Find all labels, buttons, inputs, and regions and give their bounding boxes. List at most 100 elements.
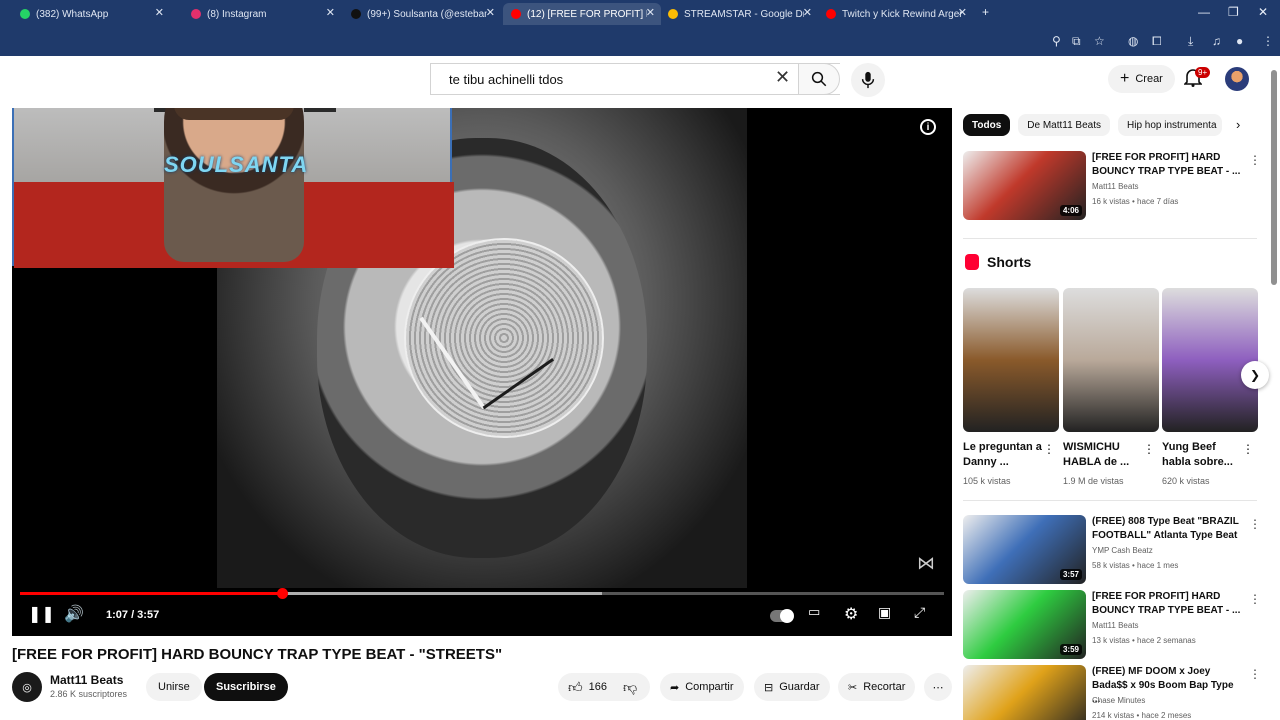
- more-options-icon[interactable]: ⋮: [1249, 153, 1261, 167]
- media-icon[interactable]: ♫: [1212, 34, 1221, 48]
- video-title: [FREE FOR PROFIT] HARD BOUNCY TRAP TYPE …: [12, 646, 503, 663]
- like-count[interactable]: 166: [589, 681, 607, 693]
- share-button[interactable]: ➦ Compartir: [660, 673, 744, 701]
- recommendation-title[interactable]: (FREE) 808 Type Beat "BRAZIL FOOTBALL" A…: [1092, 515, 1242, 543]
- voice-search-button[interactable]: [851, 63, 885, 97]
- tab-title: (382) WhatsApp: [36, 8, 109, 20]
- fullscreen-icon[interactable]: ⤢: [914, 604, 925, 621]
- video-player[interactable]: SOULSANTA i ⋈ ❚❚ 🔊 1:07 / 3:57 ▭ ⚙ ▣ ⤢: [12, 108, 952, 636]
- recommendation-channel[interactable]: YMP Cash Beatz: [1092, 546, 1153, 555]
- tab-close-icon[interactable]: ✕: [646, 6, 655, 19]
- tab-close-icon[interactable]: ✕: [958, 6, 967, 19]
- short-item[interactable]: Yung Beef habla sobre... 620 k vistas ⋮: [1162, 288, 1258, 486]
- video-thumbnail[interactable]: 3:57: [963, 515, 1086, 584]
- video-thumbnail[interactable]: 4:06: [963, 151, 1086, 220]
- search-icon: [811, 71, 827, 87]
- profile-icon[interactable]: ●: [1236, 34, 1243, 48]
- tab-favicon-icon: [668, 9, 678, 19]
- progress-bar[interactable]: [20, 588, 944, 599]
- tab-title: (8) Instagram: [207, 8, 267, 20]
- short-thumbnail[interactable]: [1063, 288, 1159, 432]
- clip-button[interactable]: ✂ Recortar: [838, 673, 916, 701]
- save-button[interactable]: ⊟ Guardar: [754, 673, 830, 701]
- progress-scrubber[interactable]: [277, 588, 289, 599]
- search-button[interactable]: [798, 63, 840, 95]
- browser-tab[interactable]: (99+) Soulsanta (@estebansanta✕: [343, 3, 501, 25]
- tab-close-icon[interactable]: ✕: [803, 6, 812, 19]
- more-options-icon[interactable]: ⋮: [1242, 442, 1254, 456]
- chip-channel[interactable]: De Matt11 Beats: [1018, 114, 1111, 136]
- restore-button[interactable]: ❐: [1228, 5, 1239, 19]
- tab-title: Twitch y Kick Rewind Argentina: [842, 8, 962, 20]
- recommendation-channel[interactable]: Matt11 Beats: [1092, 182, 1139, 191]
- recommendation-title[interactable]: [FREE FOR PROFIT] HARD BOUNCY TRAP TYPE …: [1092, 590, 1242, 618]
- shorts-next-button[interactable]: ❯: [1241, 361, 1269, 389]
- new-tab-button[interactable]: +: [982, 5, 989, 19]
- short-item[interactable]: WISMICHU HABLA de ... 1.9 M de vistas ⋮: [1063, 288, 1159, 486]
- more-options-icon[interactable]: ⋮: [1043, 442, 1055, 456]
- browser-tab[interactable]: Twitch y Kick Rewind Argentina✕: [818, 3, 973, 25]
- browser-tab[interactable]: (12) [FREE FOR PROFIT] HAR✕: [503, 3, 661, 25]
- more-options-icon[interactable]: ⋮: [1249, 592, 1261, 606]
- bookmark-star-icon[interactable]: ☆: [1094, 34, 1105, 48]
- minimize-button[interactable]: —: [1198, 5, 1210, 19]
- autoplay-toggle[interactable]: [770, 609, 794, 623]
- info-icon[interactable]: i: [920, 119, 936, 135]
- browser-menu-icon[interactable]: ⋮: [1262, 34, 1274, 48]
- plus-icon: +: [1120, 70, 1130, 87]
- page-scrollbar[interactable]: [1271, 70, 1277, 285]
- recommendation-item[interactable]: 3:57 (FREE) 808 Type Beat "BRAZIL FOOTBA…: [963, 515, 1263, 585]
- recommendation-channel[interactable]: Matt11 Beats: [1092, 621, 1139, 630]
- puzzle-icon[interactable]: ⧠: [1152, 34, 1162, 49]
- channel-name[interactable]: Matt11 Beats: [50, 673, 123, 687]
- tab-close-icon[interactable]: ✕: [155, 6, 164, 19]
- video-thumbnail[interactable]: 3:59: [963, 590, 1086, 659]
- channel-avatar[interactable]: ◎: [12, 672, 42, 702]
- short-title[interactable]: Le preguntan a Danny ...: [963, 440, 1043, 470]
- recommendation-title[interactable]: [FREE FOR PROFIT] HARD BOUNCY TRAP TYPE …: [1092, 151, 1242, 179]
- more-options-icon[interactable]: ⋮: [1249, 667, 1261, 681]
- short-title[interactable]: Yung Beef habla sobre...: [1162, 440, 1242, 470]
- extension-icon[interactable]: ◍: [1128, 34, 1138, 48]
- channel-watermark-icon[interactable]: ⋈: [917, 553, 935, 574]
- more-actions-button[interactable]: ⋯: [924, 673, 952, 701]
- tab-close-icon[interactable]: ✕: [326, 6, 335, 19]
- browser-tab[interactable]: (382) WhatsApp ✕: [12, 3, 170, 25]
- recommendation-item[interactable]: 3:59 [FREE FOR PROFIT] HARD BOUNCY TRAP …: [963, 590, 1263, 660]
- browser-tab[interactable]: (8) Instagram ✕: [183, 3, 341, 25]
- account-avatar[interactable]: [1225, 67, 1249, 91]
- zoom-icon[interactable]: ⚲: [1052, 34, 1061, 48]
- short-thumbnail[interactable]: [1162, 288, 1258, 432]
- recommendation-meta: 58 k vistas • hace 1 mes: [1092, 561, 1179, 570]
- chip-todos[interactable]: Todos: [963, 114, 1011, 136]
- short-title[interactable]: WISMICHU HABLA de ...: [1063, 440, 1143, 470]
- create-label: Crear: [1135, 73, 1163, 85]
- dislike-icon[interactable]: 👎︎: [623, 679, 637, 696]
- short-item[interactable]: Le preguntan a Danny ... 105 k vistas ⋮: [963, 288, 1059, 486]
- like-icon[interactable]: 👍︎: [568, 679, 583, 696]
- tab-close-icon[interactable]: ✕: [486, 6, 495, 19]
- browser-tab[interactable]: STREAMSTAR - Google Drive✕: [660, 3, 818, 25]
- theater-mode-icon[interactable]: ▣: [878, 604, 891, 621]
- download-icon[interactable]: ⤓: [1188, 34, 1193, 49]
- recommendation-item[interactable]: 4:06 [FREE FOR PROFIT] HARD BOUNCY TRAP …: [963, 151, 1263, 221]
- window-close-button[interactable]: ✕: [1258, 5, 1268, 19]
- chevron-right-icon[interactable]: ›: [1236, 117, 1240, 132]
- create-button[interactable]: + Crear: [1108, 65, 1175, 93]
- recommendation-meta: 16 k vistas • hace 7 días: [1092, 197, 1179, 206]
- short-thumbnail[interactable]: [963, 288, 1059, 432]
- volume-icon[interactable]: 🔊: [64, 604, 84, 624]
- subscribe-button[interactable]: Suscribirse: [204, 673, 288, 701]
- pause-icon[interactable]: ❚❚: [28, 604, 55, 624]
- more-options-icon[interactable]: ⋮: [1143, 442, 1155, 456]
- join-button[interactable]: Unirse: [146, 673, 202, 701]
- more-options-icon[interactable]: ⋮: [1249, 517, 1261, 531]
- clear-search-icon[interactable]: ✕: [775, 67, 790, 88]
- settings-gear-icon[interactable]: ⚙: [844, 604, 858, 624]
- subtitles-icon[interactable]: ▭: [808, 604, 820, 620]
- chip-hiphop[interactable]: Hip hop instrumenta: [1118, 114, 1223, 136]
- recommendation-channel[interactable]: Chase Minutes: [1092, 696, 1145, 705]
- recommendation-item[interactable]: (FREE) MF DOOM x Joey Bada$$ x 90s Boom …: [963, 665, 1263, 720]
- install-app-icon[interactable]: ⧉: [1072, 34, 1081, 49]
- video-thumbnail[interactable]: [963, 665, 1086, 720]
